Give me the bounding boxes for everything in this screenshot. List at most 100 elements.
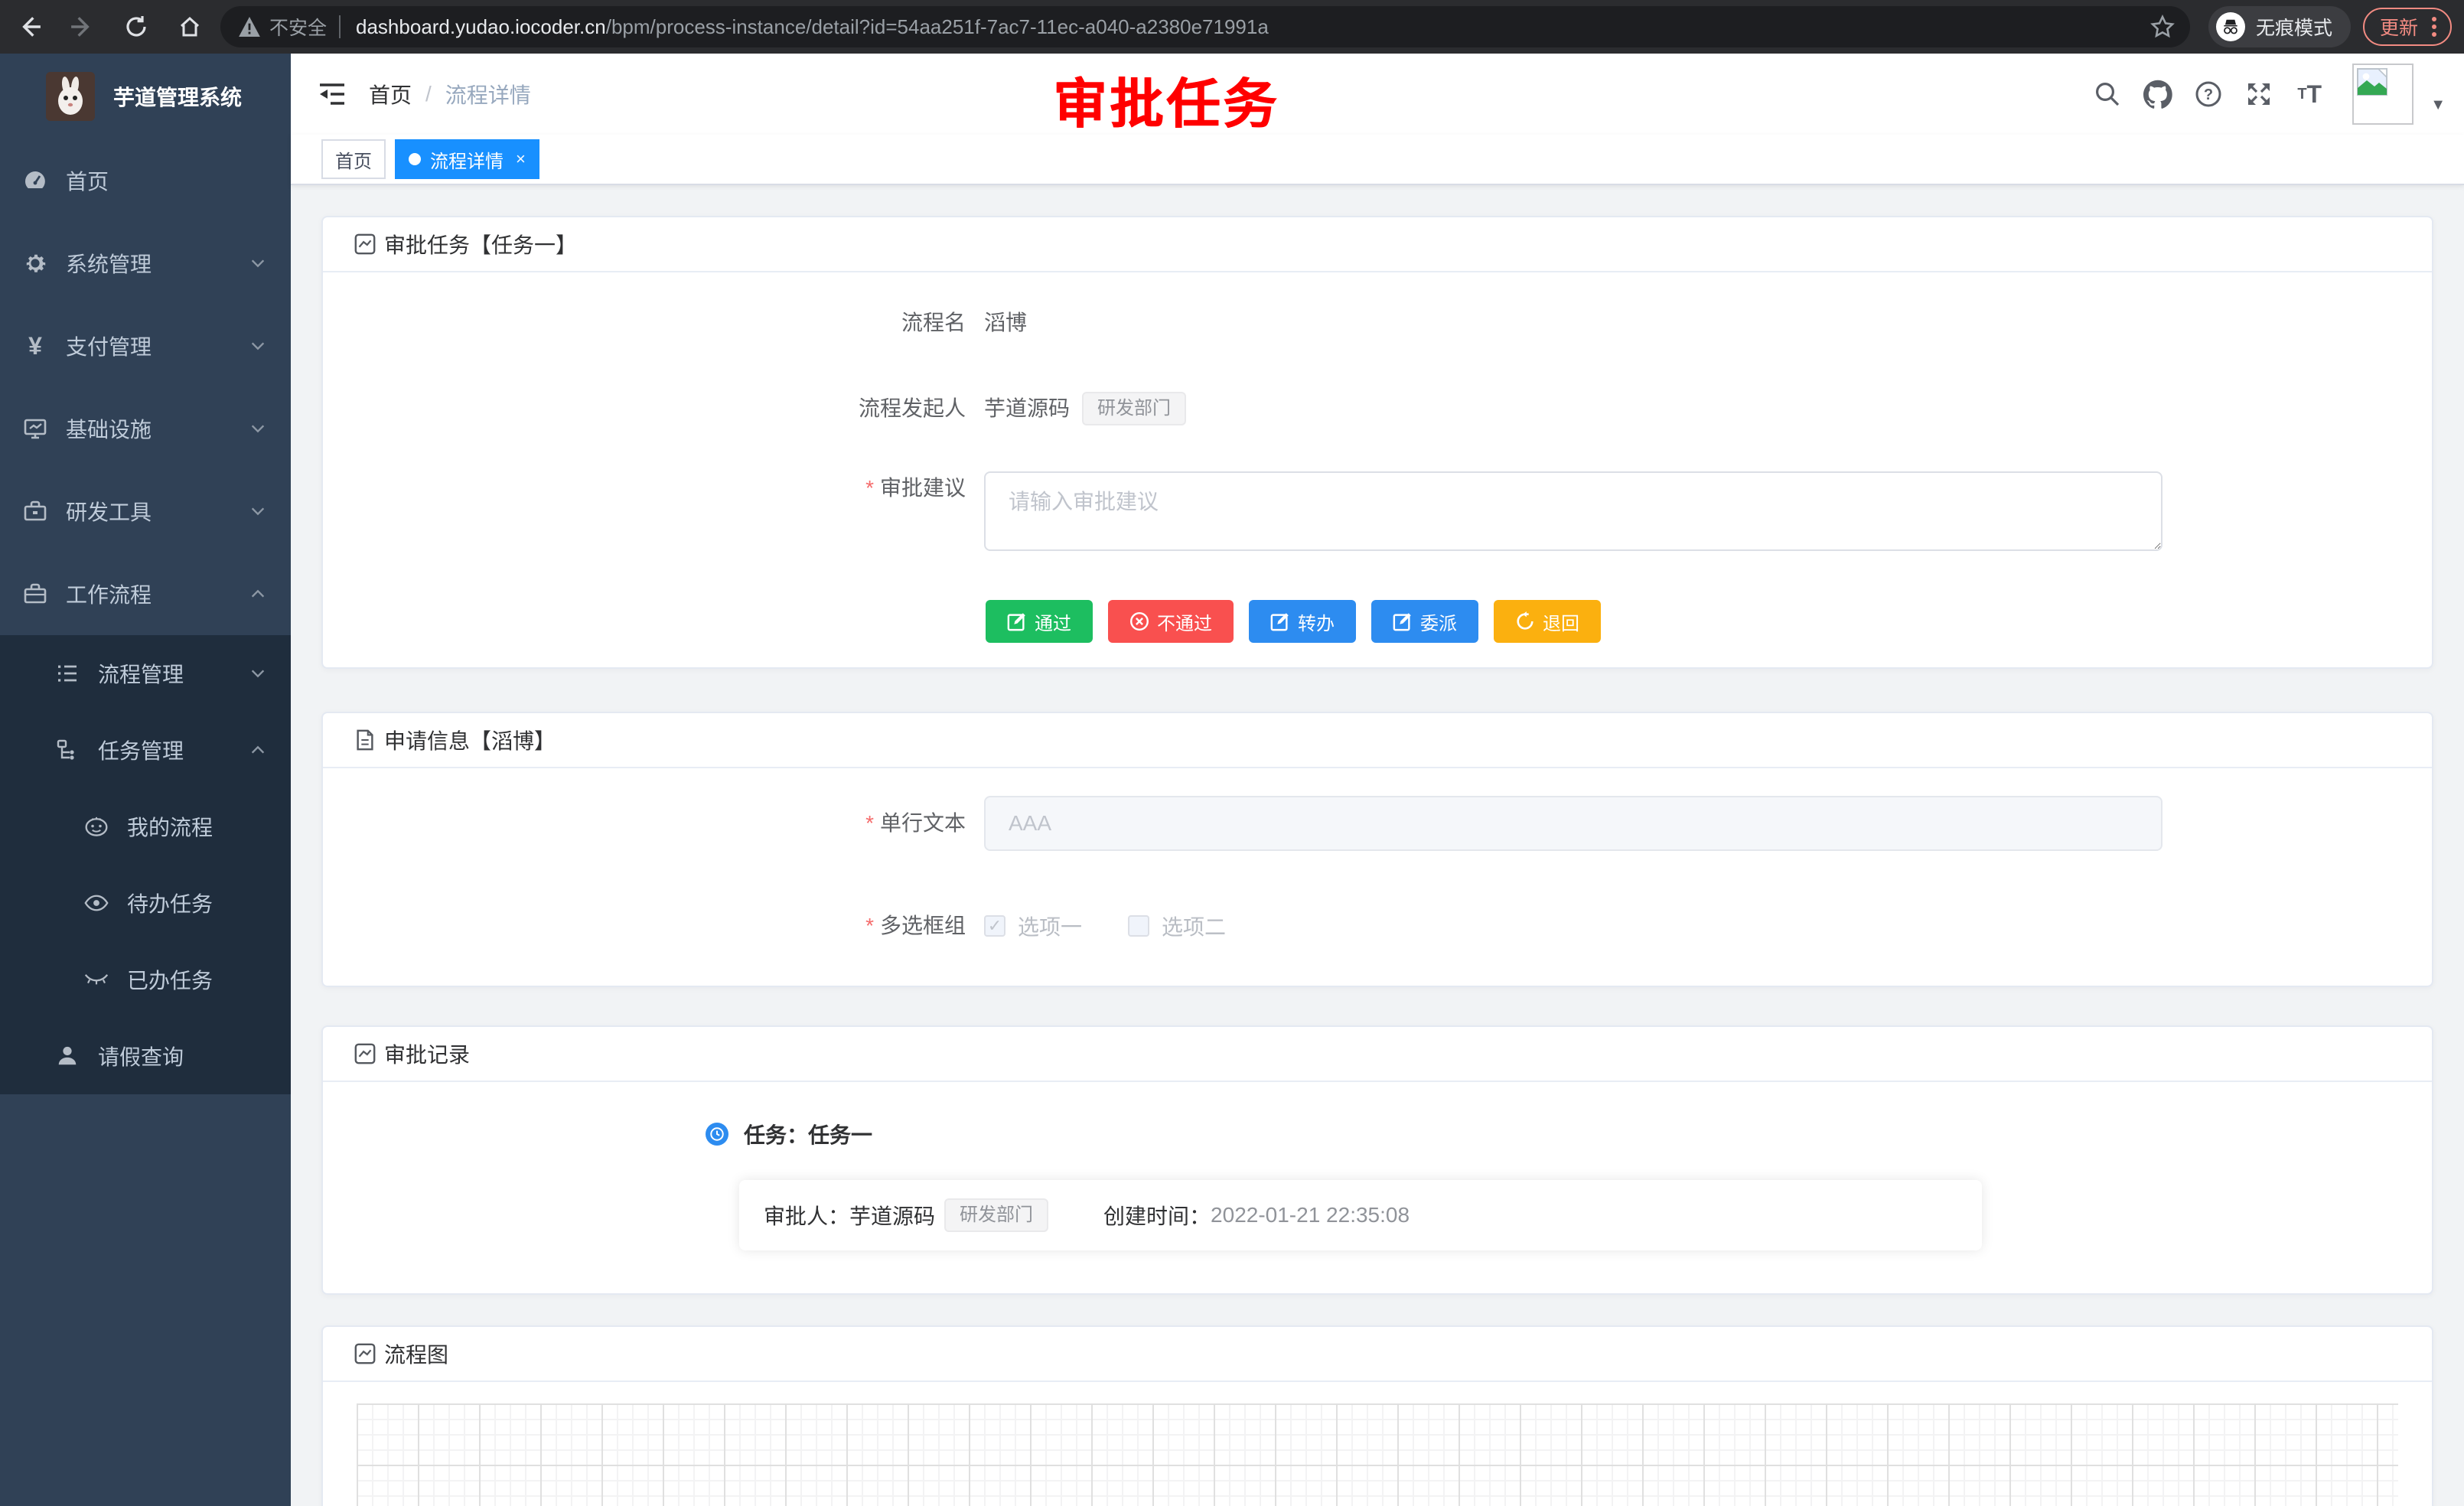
create-time-label: 创建时间： [1103,1200,1211,1231]
field-label: 流程名 [354,306,984,340]
monitor-icon [23,416,47,441]
browser-toolbar: 不安全 dashboard.yudao.iocoder.cn/bpm/proce… [0,0,2464,54]
sidebar-item-label: 基础设施 [66,413,249,444]
update-label: 更新 [2380,13,2418,41]
app-title: 芋道管理系统 [113,81,242,112]
dept-tag: 研发部门 [1082,392,1186,425]
sidebar: 芋道管理系统 首页 系统管理 ¥ 支付管理 基础设施 [0,54,291,1506]
clock-icon [706,1123,728,1146]
back-icon[interactable] [6,4,52,50]
sidebar-item-done-tasks[interactable]: 已办任务 [0,941,291,1018]
sidebar-fold-icon[interactable] [314,76,350,112]
help-icon[interactable]: ? [2189,74,2228,114]
checkbox-checked-icon: ✓ [984,915,1005,937]
delegate-button[interactable]: 委派 [1371,600,1478,643]
approver-name: 芋道源码 [849,1200,935,1231]
sidebar-item-label: 待办任务 [127,888,266,918]
reload-icon[interactable] [113,4,159,50]
incognito-label: 无痕模式 [2256,13,2332,41]
bookmark-star-icon[interactable] [2150,15,2175,39]
timeline-task-item: 任务：任务一 [323,1119,2432,1149]
field-label: 流程发起人 [354,392,984,425]
card-title: 流程图 [384,1338,448,1369]
card-title: 审批任务【任务一】 [384,229,577,259]
forward-icon[interactable] [60,4,106,50]
url-text[interactable]: dashboard.yudao.iocoder.cn/bpm/process-i… [356,15,2138,39]
sidebar-item-home[interactable]: 首页 [0,139,291,222]
chart-square-icon [354,233,376,256]
card-body [323,1382,2432,1506]
avatar-caret-icon[interactable]: ▼ [2430,96,2446,114]
sidebar-item-system[interactable]: 系统管理 [0,222,291,305]
edit-icon [1393,611,1413,631]
chevron-up-icon [249,585,266,602]
avatar[interactable] [2352,64,2413,125]
logo-rabbit-image [46,72,95,121]
transfer-button[interactable]: 转办 [1249,600,1356,643]
font-size-icon[interactable]: TT [2290,74,2329,114]
chevron-down-icon [249,503,266,520]
checkbox-option-2: 选项二 [1128,911,1226,941]
github-icon[interactable] [2138,74,2178,114]
tab-home[interactable]: 首页 [321,139,386,179]
card-title: 审批记录 [384,1038,470,1069]
sidebar-item-label: 请假查询 [98,1041,266,1071]
sidebar-item-my-process[interactable]: 我的流程 [0,788,291,865]
security-warning-icon [239,17,260,37]
sidebar-item-label: 研发工具 [66,496,249,526]
circle-close-icon [1129,611,1149,631]
card-header: 审批任务【任务一】 [323,217,2432,272]
close-icon[interactable]: × [516,149,526,169]
sidebar-item-label: 流程管理 [98,658,249,689]
tags-view-bar: 首页 流程详情 × [291,135,2464,185]
sidebar-item-task-mgmt[interactable]: 任务管理 [0,712,291,788]
sidebar-item-label: 支付管理 [66,331,249,361]
sidebar-item-infra[interactable]: 基础设施 [0,387,291,470]
process-diagram-card: 流程图 [321,1325,2433,1506]
reject-button[interactable]: 不通过 [1108,600,1234,643]
card-header: 申请信息【滔博】 [323,713,2432,768]
sidebar-item-label: 系统管理 [66,248,249,279]
chevron-down-icon [249,665,266,682]
chevron-down-icon [249,420,266,437]
tree-icon [55,738,80,762]
sidebar-item-todo-tasks[interactable]: 待办任务 [0,865,291,941]
kebab-menu-icon[interactable] [2427,17,2441,37]
process-name-value: 滔博 [984,306,1027,340]
sidebar-item-leave-query[interactable]: 请假查询 [0,1018,291,1094]
sidebar-item-label: 我的流程 [127,811,266,842]
sidebar-item-process-mgmt[interactable]: 流程管理 [0,635,291,712]
breadcrumb: 首页 / 流程详情 [369,79,531,109]
record-card: 审批人： 芋道源码 研发部门 创建时间： 2022-01-21 22:35:08 [739,1180,1982,1250]
chevron-down-icon [249,337,266,354]
sidebar-item-workflow[interactable]: 工作流程 [0,553,291,635]
edit-icon [1007,611,1027,631]
chart-square-icon [354,1042,376,1065]
sidebar-item-payment[interactable]: ¥ 支付管理 [0,305,291,387]
browser-menu-update-button[interactable]: 更新 [2363,8,2452,46]
tab-process-detail[interactable]: 流程详情 × [395,139,539,179]
rollback-button[interactable]: 退回 [1494,600,1601,643]
suggest-textarea[interactable] [984,471,2163,551]
app-logo[interactable]: 芋道管理系统 [0,54,291,139]
app-frame: 芋道管理系统 首页 系统管理 ¥ 支付管理 基础设施 [0,54,2464,1506]
approve-button[interactable]: 通过 [986,600,1093,643]
approve-actions: 通过 不通过 转办 委派 [986,600,2401,643]
search-icon[interactable] [2088,74,2127,114]
user-icon [55,1045,80,1068]
sidebar-item-label: 已办任务 [127,964,266,995]
svg-text:?: ? [2204,86,2213,103]
header-actions: ? TT ▼ [2088,64,2446,125]
card-header: 流程图 [323,1327,2432,1382]
url-bar[interactable]: 不安全 dashboard.yudao.iocoder.cn/bpm/proce… [220,6,2190,47]
card-body: 任务：任务一 审批人： 芋道源码 研发部门 创建时间： 2022-01-21 2… [323,1082,2432,1293]
breadcrumb-separator: / [425,82,432,106]
home-icon[interactable] [167,4,213,50]
chart-square-icon [354,1342,376,1365]
fullscreen-icon[interactable] [2239,74,2279,114]
sidebar-item-label: 首页 [66,165,266,196]
sidebar-item-devtools[interactable]: 研发工具 [0,470,291,553]
chevron-up-icon [249,742,266,758]
breadcrumb-home[interactable]: 首页 [369,79,412,109]
bpmn-canvas[interactable] [357,1403,2398,1506]
